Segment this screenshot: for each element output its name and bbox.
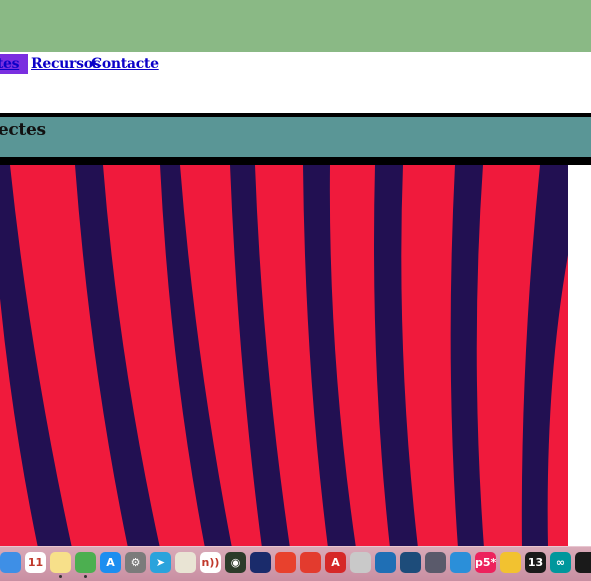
pen-tool-icon[interactable]	[250, 552, 271, 573]
finder-icon[interactable]	[0, 552, 21, 573]
chrome-icon[interactable]	[75, 552, 96, 573]
telegram-icon[interactable]: ➤	[150, 552, 171, 573]
slides-app-icon[interactable]	[275, 552, 296, 573]
p5-icon[interactable]: p5*	[475, 552, 496, 573]
top-banner	[0, 0, 591, 52]
dock: 11 A ⚙ ➤ n)) ◉ Ap5* 13 ∞	[0, 546, 591, 581]
nav-link-contacte[interactable]: Contacte	[91, 54, 159, 74]
acrobat-icon[interactable]	[575, 552, 591, 573]
running-indicator-dot	[84, 575, 87, 578]
preview-icon[interactable]	[350, 552, 371, 573]
main-nav: ectes Recursos Contacte	[0, 52, 591, 114]
vscode-icon[interactable]	[450, 552, 471, 573]
system-preferences-icon[interactable]: ⚙	[125, 552, 146, 573]
nav-link-projectes[interactable]: ectes	[0, 54, 28, 74]
thirteen-icon[interactable]: 13	[525, 552, 546, 573]
section-title: jectes	[0, 120, 46, 140]
cyberduck-icon[interactable]	[500, 552, 521, 573]
running-indicator-dot	[59, 575, 62, 578]
layout-app-icon[interactable]	[400, 552, 421, 573]
section-header: jectes	[0, 113, 591, 165]
app-store-icon[interactable]: A	[100, 552, 121, 573]
section-header-bar: jectes	[0, 117, 591, 157]
nfc-tools-icon[interactable]: n))	[200, 552, 221, 573]
snippet-icon[interactable]	[300, 552, 321, 573]
textedit-icon[interactable]	[175, 552, 196, 573]
davinci-icon[interactable]	[425, 552, 446, 573]
striped-artwork	[0, 165, 568, 548]
nav-link-recursos[interactable]: Recursos	[31, 54, 101, 74]
globe-app-icon[interactable]	[375, 552, 396, 573]
hero-image	[0, 165, 568, 548]
arduino-icon[interactable]: ∞	[550, 552, 571, 573]
camera-app-icon[interactable]: ◉	[225, 552, 246, 573]
font-app-icon[interactable]: A	[325, 552, 346, 573]
calendar-icon[interactable]: 11	[25, 552, 46, 573]
notes-icon[interactable]	[50, 552, 71, 573]
